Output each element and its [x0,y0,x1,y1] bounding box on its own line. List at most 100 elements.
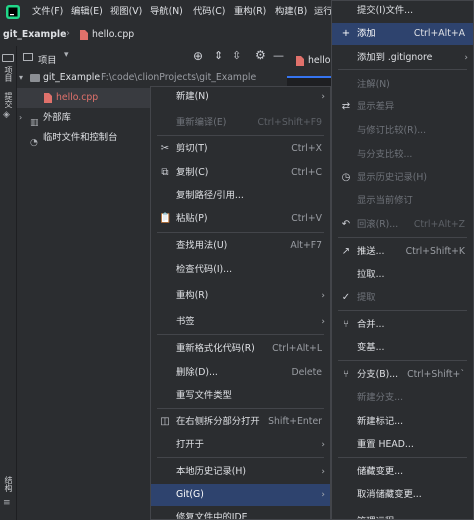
menu1-item-1: 重新编译(E) Ctrl+Shift+F9 [151,112,330,134]
menu1-item-5[interactable]: 📋 粘贴(P) Ctrl+V [151,208,330,230]
menu-item-label: 查找用法(U) [176,240,228,251]
menu-item-icon: ⇄ [341,101,351,112]
chevron-right-icon: › [321,490,325,500]
menu-item-icon: ✂ [160,143,170,154]
menu2-item-2[interactable]: 添加到 .gitignore › [332,47,473,69]
cpp-file-icon [44,93,52,103]
scratches-icon: ◔ [30,138,38,148]
editor-tab[interactable]: hello [287,46,331,78]
menu1-item-15[interactable]: 本地历史记录(H) › [151,461,330,483]
menu2-item-1[interactable]: + 添加 Ctrl+Alt+A [332,23,473,45]
menu-item-shortcut: Ctrl+Shift+F9 [257,117,322,128]
menu2-item-21[interactable]: 管理远程... [332,511,473,519]
tool-window-title[interactable]: 项目 [38,52,57,66]
structure-icon[interactable]: ≡ [3,498,11,508]
menu-item-label: 重新格式化代码(R) [176,343,255,354]
menu1-item-8[interactable]: 重构(R) › [151,285,330,307]
menu-item-label: 书签 [176,316,195,327]
menu-item-label: 新建(N) [176,91,209,102]
menu-navigate[interactable]: 导航(N) [150,5,183,19]
menu-refactor[interactable]: 重构(R) [234,5,266,19]
menu1-item-3[interactable]: ⧉ 复制(C) Ctrl+C [151,162,330,184]
left-tool-strip: 项目 提交 ◈ 结构 ≡ [0,46,17,520]
locate-icon[interactable]: ⊕ [193,49,203,63]
menu-edit[interactable]: 编辑(E) [71,5,103,19]
menu1-item-7[interactable]: 检查代码(I)... [151,259,330,281]
project-view-icon [23,53,33,61]
menu-item-label: 重写文件类型 [176,390,232,401]
collapse-all-icon[interactable]: ⇳ [232,49,241,62]
menu-item-icon: ✓ [341,292,351,303]
menu2-item-20[interactable]: 取消储藏变更... [332,484,473,506]
expand-all-icon[interactable]: ⇕ [214,49,223,62]
menu1-item-11[interactable]: 删除(D)... Delete [151,362,330,384]
menu-item-label: 粘贴(P) [176,213,208,224]
menu-item-label: 储藏变更... [357,466,404,477]
commit-icon[interactable]: ◈ [3,110,10,120]
menu-file[interactable]: 文件(F) [32,5,63,19]
menu-item-label: 回滚(R)... [357,219,399,230]
menu-separator [157,457,324,458]
menu-item-shortcut: Ctrl+Shift+K [405,246,465,257]
chevron-right-icon: › [321,440,325,450]
menu-separator [157,232,324,233]
folder-icon[interactable] [2,54,14,62]
menu-item-icon: ⧉ [161,167,169,178]
menu2-item-19[interactable]: 储藏变更... [332,461,473,483]
menu2-item-13[interactable]: ⑂ 合并... [332,314,473,336]
project-root-path: F:\code\clionProjects\git_Example [101,72,257,83]
chevron-down-icon[interactable]: ▾ [64,50,69,60]
menu-separator [157,334,324,335]
menu-item-icon: ⑂ [343,319,349,330]
menu-item-label: 提交(I)文件... [357,5,414,16]
menu-item-label: 显示历史记录(H) [357,172,428,183]
project-tool-label[interactable]: 项目 [3,66,14,82]
menu1-item-4[interactable]: 复制路径/引用... [151,185,330,207]
menu-item-icon: ◫ [160,416,170,427]
project-name[interactable]: git_Example [3,29,66,40]
menu2-item-17[interactable]: 新建标记... [332,411,473,433]
breadcrumb-file[interactable]: hello.cpp [92,29,134,40]
menu2-item-14[interactable]: 变基... [332,337,473,359]
clion-logo-icon[interactable] [5,4,21,20]
menu-item-label: 重置 HEAD... [357,439,414,450]
menu-item-label: 管理远程... [357,511,403,519]
menu-separator [338,360,467,361]
menu1-item-14[interactable]: 打开于 › [151,434,330,456]
menu1-item-0[interactable]: 新建(N) › [151,87,330,108]
menu2-item-15[interactable]: ⑂ 分支(B)... Ctrl+Shift+` [332,364,473,386]
menu-item-shortcut: Ctrl+Alt+A [413,28,465,39]
menu-run[interactable]: 运行 [314,5,333,19]
menu-item-label: 添加 [357,28,376,39]
menu-item-shortcut: Ctrl+Shift+` [407,369,465,380]
chevron-right-icon: › [66,28,70,39]
menu2-item-5: 与修订比较(R)... [332,120,473,142]
menu2-item-18[interactable]: 重置 HEAD... [332,434,473,456]
menu-item-label: 重构(R) [176,290,209,301]
menu1-item-9[interactable]: 书签 › [151,311,330,333]
menu1-item-12[interactable]: 重写文件类型 [151,385,330,407]
chevron-right-icon[interactable]: › [19,108,22,128]
file-name: hello.cpp [56,92,99,103]
minimize-icon[interactable]: — [273,49,284,62]
menu2-item-11[interactable]: 拉取... [332,264,473,286]
menu2-item-0[interactable]: 提交(I)文件... [332,1,473,22]
menu1-item-10[interactable]: 重新格式化代码(R) Ctrl+Alt+L [151,338,330,360]
menu-code[interactable]: 代码(C) [193,5,225,19]
menu1-item-13[interactable]: ◫ 在右侧拆分部分打开 Shift+Enter [151,411,330,433]
chevron-down-icon[interactable]: ▾ [19,68,23,88]
git-submenu: 提交(I)文件... + 添加 Ctrl+Alt+A 添加到 .gitignore › 注解… [331,0,474,520]
gear-icon[interactable]: ⚙ [255,48,266,62]
menu-view[interactable]: 视图(V) [110,5,142,19]
commit-tool-label[interactable]: 提交 [3,92,14,108]
menu1-item-2[interactable]: ✂ 剪切(T) Ctrl+X [151,138,330,160]
menu2-item-10[interactable]: ↗ 推送... Ctrl+Shift+K [332,241,473,263]
menu1-item-6[interactable]: 查找用法(U) Alt+F7 [151,235,330,257]
menu2-item-3: 注解(N) [332,74,473,96]
menu-item-label: 合并... [357,319,385,330]
structure-tool-label[interactable]: 结构 [3,476,14,492]
menu1-item-16[interactable]: Git(G) › [151,484,330,506]
menu1-item-17[interactable]: 修复文件中的IDE [151,507,330,519]
tree-row-project-root[interactable]: ▾ git_Example F:\code\clionProjects\git_… [17,68,287,88]
menu-build[interactable]: 构建(B) [275,5,307,19]
